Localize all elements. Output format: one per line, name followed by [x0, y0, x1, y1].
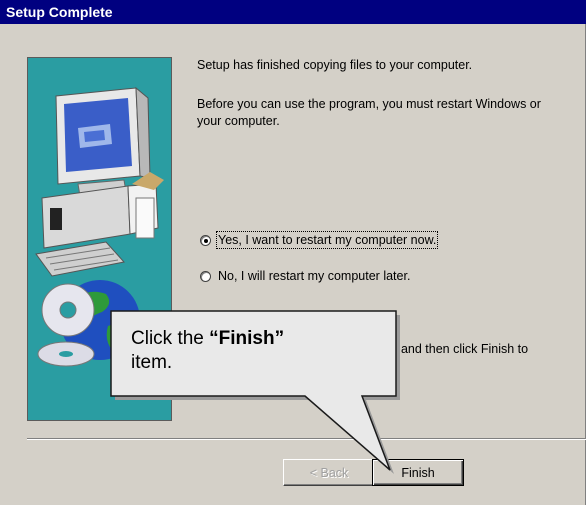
- button-separator: [27, 438, 586, 440]
- finish-button[interactable]: Finish: [372, 459, 464, 486]
- callout-prefix: Click the: [131, 328, 210, 349]
- callout-text: Click the “Finish” item.: [131, 327, 376, 375]
- setup-finished-message: Setup has finished copying files to your…: [197, 58, 473, 72]
- computer-monitor-icon: [55, 86, 151, 197]
- restart-required-message: Before you can use the program, you must…: [197, 97, 541, 128]
- callout-emphasis: “Finish”: [209, 328, 285, 349]
- back-button: < Back: [283, 459, 375, 486]
- restart-later-radio[interactable]: [200, 270, 211, 282]
- setup-complete-dialog: Setup Complete Setup has finished copyin…: [0, 0, 586, 505]
- cd-disc-icon: [37, 283, 95, 367]
- restart-later-label[interactable]: No, I will restart my computer later.: [218, 269, 410, 283]
- restart-later-option[interactable]: No, I will restart my computer later.: [200, 267, 410, 285]
- instruction-text-partial: , and then click Finish to: [394, 342, 529, 356]
- restart-now-option[interactable]: Yes, I want to restart my computer now.: [200, 231, 439, 249]
- restart-now-radio[interactable]: [200, 234, 211, 246]
- callout-suffix: item.: [131, 352, 173, 373]
- window-title: Setup Complete: [0, 0, 586, 24]
- restart-now-label[interactable]: Yes, I want to restart my computer now.: [215, 231, 439, 249]
